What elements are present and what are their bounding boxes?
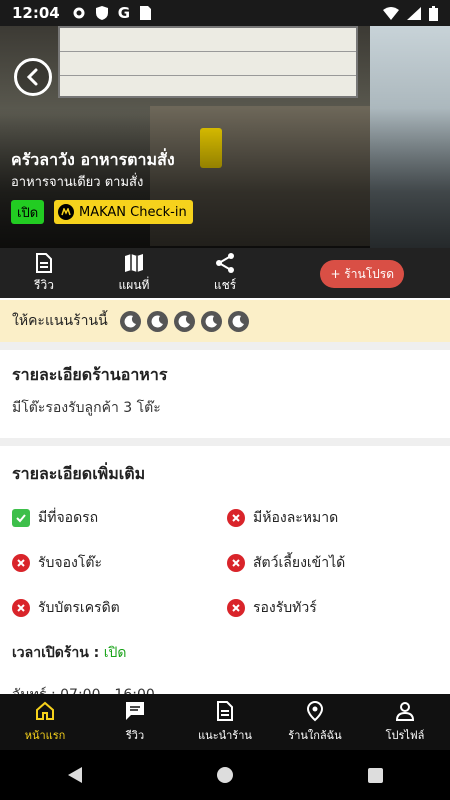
action-bar: รีวิว แผนที่ แชร์ + ร้านโปรด xyxy=(0,248,450,298)
close-icon xyxy=(227,599,245,617)
nav-review[interactable]: รีวิว xyxy=(90,694,180,750)
document-icon xyxy=(217,701,233,721)
details-text: มีโต๊ะรองรับลูกค้า 3 โต๊ะ xyxy=(12,400,161,416)
moon-icon xyxy=(205,314,217,327)
signal-icon xyxy=(407,6,421,20)
rating-star-3[interactable] xyxy=(173,310,195,332)
rating-star-5[interactable] xyxy=(227,310,249,332)
shop-menu-sign xyxy=(58,26,358,98)
feature-reservation: รับจองโต๊ะ xyxy=(12,552,102,574)
feature-parking: มีที่จอดรถ xyxy=(12,507,98,529)
nav-profile[interactable]: โปรไฟล์ xyxy=(360,694,450,750)
status-time: 12:04 xyxy=(12,4,60,22)
review-action-label: รีวิว xyxy=(34,278,54,292)
map-action[interactable]: แผนที่ xyxy=(104,252,164,295)
details-title: รายละเอียดร้านอาหาร xyxy=(12,365,168,384)
person-icon xyxy=(395,702,415,721)
feature-label: รับจองโต๊ะ xyxy=(38,555,102,571)
battery-icon xyxy=(429,5,438,21)
status-bar: 12:04 G xyxy=(0,0,450,26)
rating-stars xyxy=(119,310,249,332)
system-navigation-bar xyxy=(0,750,450,800)
system-home-icon[interactable] xyxy=(216,767,233,783)
home-icon xyxy=(36,701,54,720)
moon-icon xyxy=(178,314,190,327)
rating-label: ให้คะแนนร้านนี้ xyxy=(12,313,108,329)
rating-star-4[interactable] xyxy=(200,310,222,332)
makan-checkin-button[interactable]: MAKAN Check-in xyxy=(54,200,193,224)
open-status-badge: เปิด xyxy=(11,200,45,224)
back-button[interactable] xyxy=(14,58,52,96)
moon-icon xyxy=(151,314,163,327)
nav-recommend[interactable]: แนะนำร้าน xyxy=(180,694,270,750)
feature-label: สัตว์เลี้ยงเข้าได้ xyxy=(253,555,346,571)
close-icon xyxy=(227,509,245,527)
system-recents-icon[interactable] xyxy=(367,767,383,783)
nav-recommend-label: แนะนำร้าน xyxy=(198,729,252,742)
opening-hours-label: เวลาเปิดร้าน : เปิด xyxy=(12,642,127,664)
shop-name: ครัวลาวัง อาหารตามสั่ง xyxy=(11,150,175,169)
document-icon xyxy=(36,253,52,273)
close-icon xyxy=(12,599,30,617)
system-back-icon[interactable] xyxy=(67,767,82,783)
divider xyxy=(0,342,450,350)
arrow-left-icon xyxy=(26,68,38,86)
feature-credit-card: รับบัตรเครดิต xyxy=(12,597,120,619)
share-action[interactable]: แชร์ xyxy=(195,252,255,295)
nav-nearby[interactable]: ร้านใกล้ฉัน xyxy=(270,694,360,750)
check-icon xyxy=(12,509,30,527)
close-icon xyxy=(12,554,30,572)
checkin-label: MAKAN Check-in xyxy=(79,204,187,220)
add-favorite-button[interactable]: + ร้านโปรด xyxy=(320,260,404,288)
google-icon: G xyxy=(117,4,131,22)
feature-label: มีที่จอดรถ xyxy=(38,510,99,526)
review-action[interactable]: รีวิว xyxy=(14,252,74,295)
map-action-label: แผนที่ xyxy=(118,278,150,292)
location-pin-icon xyxy=(306,700,324,722)
makan-logo-icon xyxy=(58,204,74,220)
comment-icon xyxy=(126,702,144,720)
feature-prayer-room: มีห้องละหมาด xyxy=(227,507,338,529)
share-action-label: แชร์ xyxy=(213,278,237,292)
moon-icon xyxy=(232,314,244,327)
feature-tour: รองรับทัวร์ xyxy=(227,597,317,619)
rating-star-1[interactable] xyxy=(119,310,141,332)
close-icon xyxy=(227,554,245,572)
feature-pets: สัตว์เลี้ยงเข้าได้ xyxy=(227,552,345,574)
shield-icon xyxy=(95,6,108,20)
feature-label: รับบัตรเครดิต xyxy=(38,600,120,616)
shop-category: อาหารจานเดียว ตามสั่ง xyxy=(11,175,144,190)
hours-label-text: เวลาเปิดร้าน : xyxy=(12,645,100,661)
divider xyxy=(0,438,450,446)
nav-home-label: หน้าแรก xyxy=(24,729,66,742)
sim-icon xyxy=(140,6,152,20)
nav-nearby-label: ร้านใกล้ฉัน xyxy=(288,729,342,742)
nav-review-label: รีวิว xyxy=(125,729,145,742)
nav-home[interactable]: หน้าแรก xyxy=(0,694,90,750)
gear-icon xyxy=(73,7,85,19)
bottom-navigation: หน้าแรก รีวิว แนะนำร้าน ร้านใกล้ฉัน โปรไ… xyxy=(0,694,450,750)
rating-bar: ให้คะแนนร้านนี้ xyxy=(0,300,450,342)
nav-profile-label: โปรไฟล์ xyxy=(385,729,425,742)
share-icon xyxy=(216,253,234,273)
map-icon xyxy=(125,254,143,272)
wifi-icon xyxy=(383,6,399,20)
moon-icon xyxy=(124,314,136,327)
hours-status: เปิด xyxy=(103,645,127,661)
more-title: รายละเอียดเพิ่มเติม xyxy=(12,464,146,483)
feature-label: มีห้องละหมาด xyxy=(253,510,339,526)
feature-label: รองรับทัวร์ xyxy=(253,600,317,616)
rating-star-2[interactable] xyxy=(146,310,168,332)
